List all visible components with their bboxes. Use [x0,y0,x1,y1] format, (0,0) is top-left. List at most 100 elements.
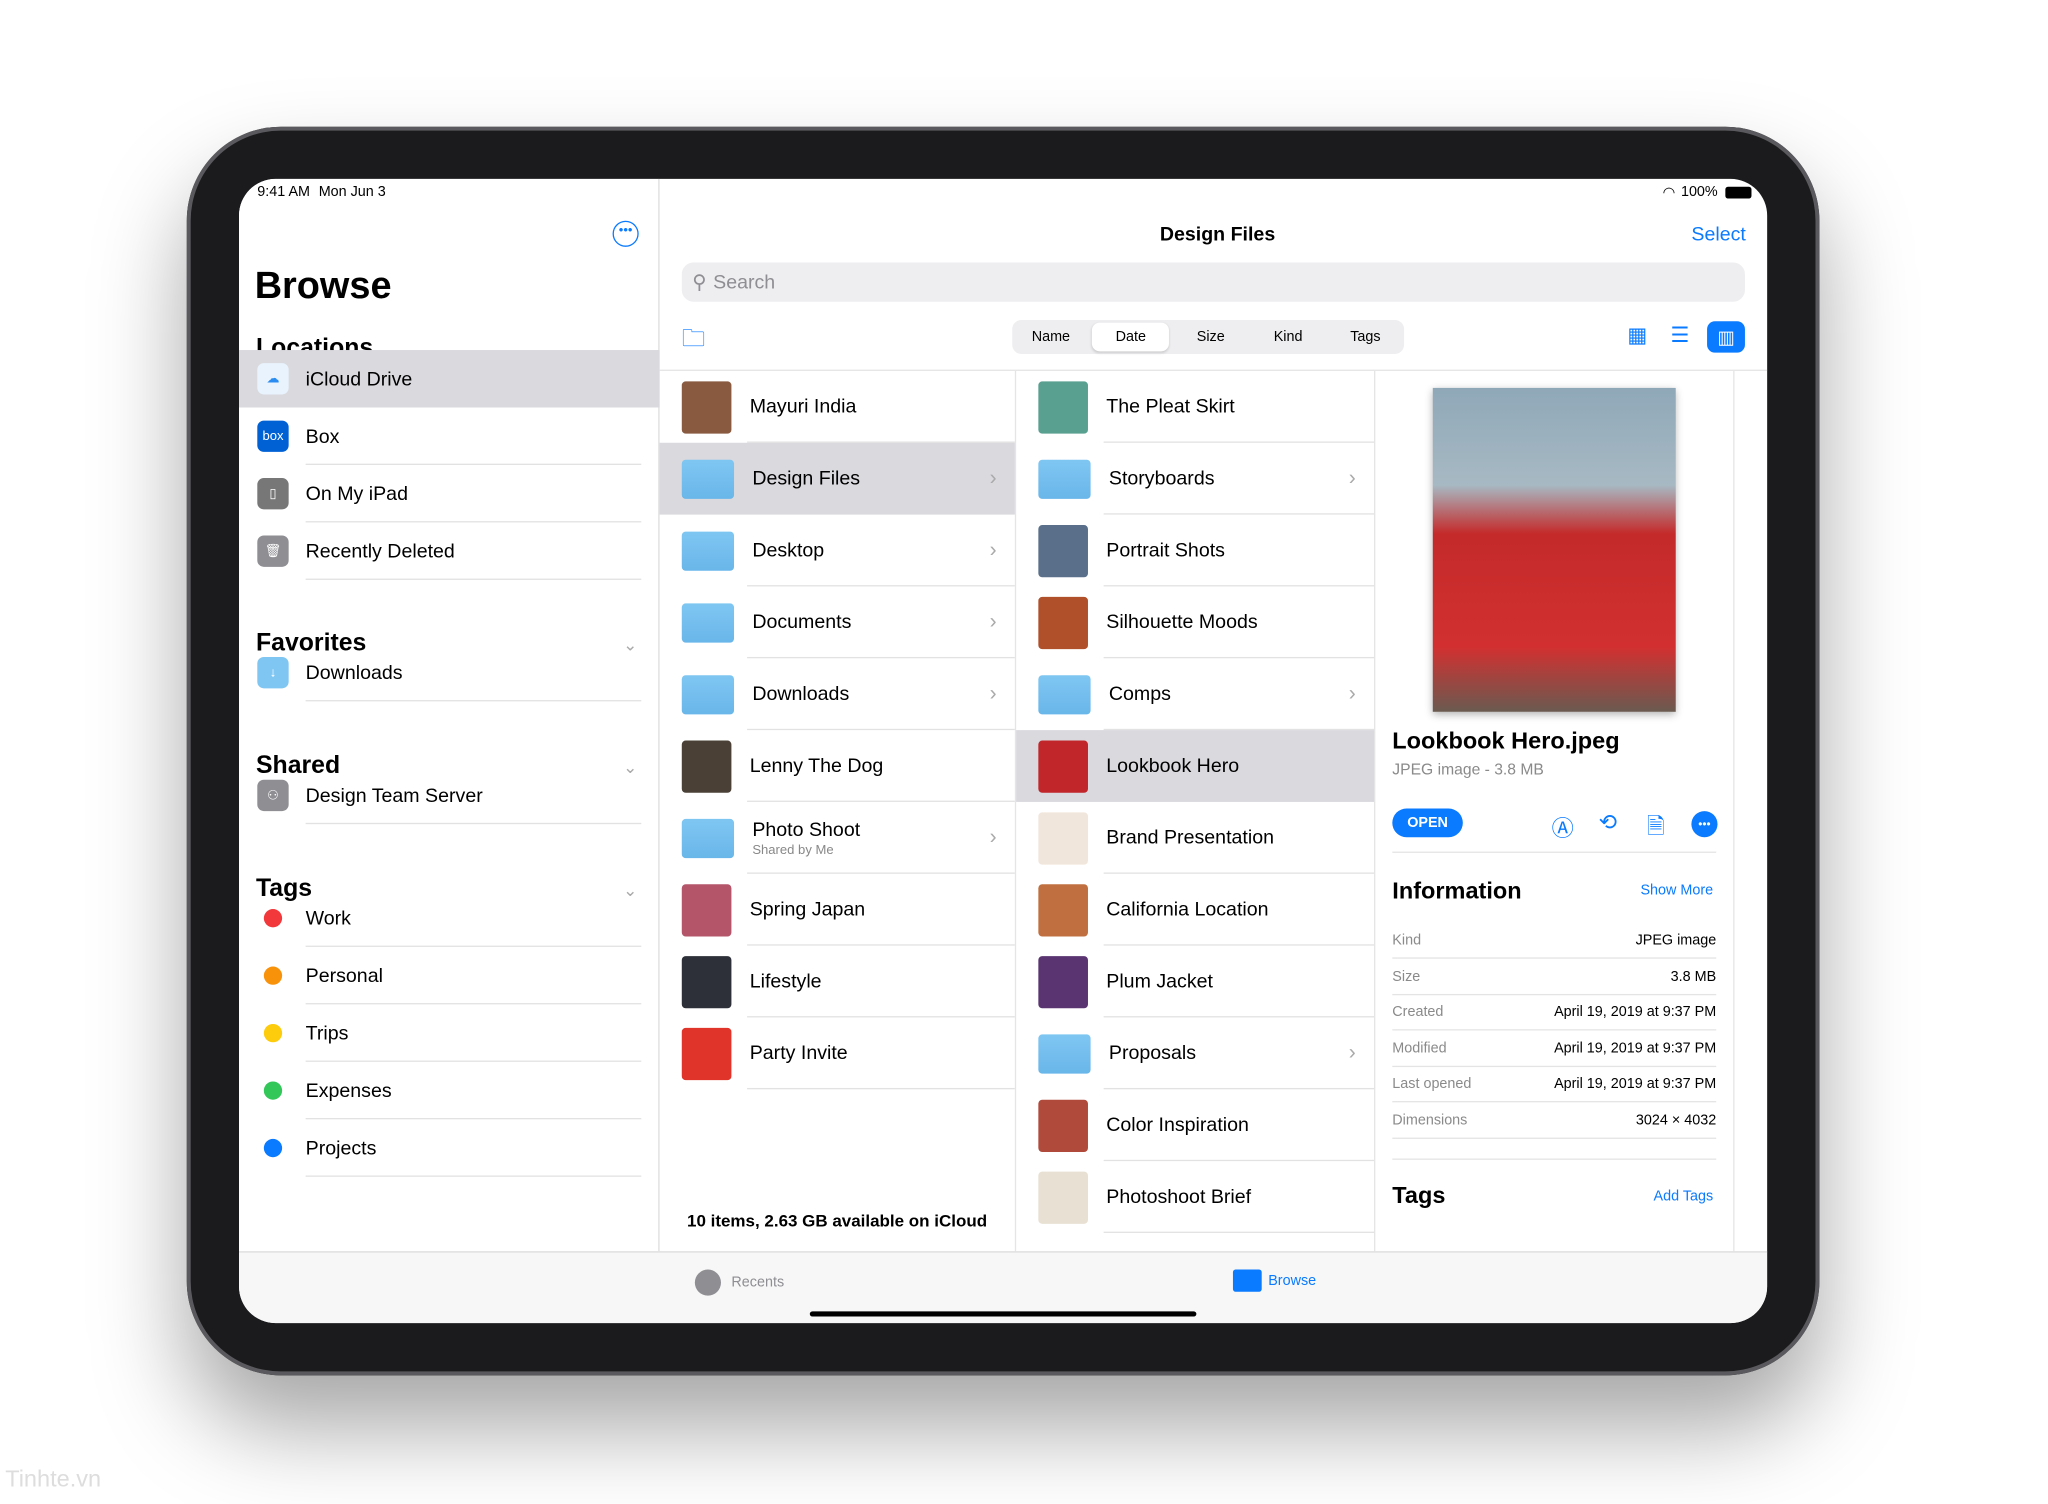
item-name: Lenny The Dog [749,754,884,778]
file-list-item[interactable]: Comps › [1016,658,1375,731]
tab-bar: Recents Browse [239,1251,1768,1324]
pdf-icon[interactable]: 🗎 [1647,810,1665,848]
info-row: Kind JPEG image [1392,923,1717,959]
tab-browse-label: Browse [1268,1272,1317,1289]
column-2: The Pleat Skirt Storyboards › Portrait Shot… [1016,370,1376,1252]
file-list-item[interactable]: Spring Japan [660,874,1015,946]
tab-recents[interactable]: Recents [694,1269,785,1296]
sidebar-item-label: Personal [305,964,383,987]
sidebar-item-personal[interactable]: Personal [239,947,660,1005]
item-name: Plum Jacket [1106,970,1213,993]
sidebar-item-recently-deleted[interactable]: 🗑 Recently Deleted [239,522,660,580]
sidebar-item-label: Design Team Server [305,784,483,807]
tab-browse[interactable]: Browse [1232,1269,1317,1292]
sidebar-item-trips[interactable]: Trips [239,1004,660,1062]
file-list-item[interactable]: Design Files › [659,442,1015,515]
file-list-item[interactable]: Party Invite [660,1017,1015,1090]
grid-view-icon[interactable]: ▦ [1627,323,1647,349]
information-header: Information [1392,877,1522,904]
file-list-item[interactable]: Photo Shoot Shared by Me › [660,802,1015,874]
item-name: Proposals [1108,1042,1196,1065]
file-list-item[interactable]: Color Inspiration [1016,1089,1375,1162]
list-view-icon[interactable]: ☰ [1671,323,1690,349]
folder-download-icon: ↓ [257,656,289,689]
sidebar-item-expenses[interactable]: Expenses [239,1062,660,1120]
file-list-item[interactable]: Proposals › [1016,1017,1375,1090]
file-list-item[interactable]: Desktop › [660,515,1015,587]
show-more-link[interactable]: Show More [1640,883,1713,899]
battery-icon [1725,186,1752,199]
search-placeholder: Search [713,271,776,294]
new-folder-icon[interactable]: 🗀 [682,323,706,362]
tags-header: Tags [1392,1182,1446,1209]
file-list-item[interactable]: Photoshoot Brief [1016,1161,1375,1233]
item-name: Design Files [752,467,861,490]
tag-color-dot-icon [263,909,283,928]
add-tags-link[interactable]: Add Tags [1654,1189,1714,1205]
wifi-icon: ◠ [1662,185,1676,202]
column-view-icon[interactable]: ▥ [1707,321,1745,353]
more-icon[interactable]: ••• [1691,811,1718,838]
sidebar-item-label: Downloads [305,661,403,684]
sidebar-item-icloud-drive[interactable]: ☁ iCloud Drive [239,350,660,408]
tab-recents-label: Recents [731,1274,785,1291]
column-1: 10 items, 2.63 GB available on iCloud Ma… [659,370,1017,1252]
info-label: Last opened [1392,1076,1472,1092]
file-list-item[interactable]: California Location [1016,874,1375,946]
sidebar-item-label: On My iPad [305,482,408,505]
file-list-item[interactable]: Mayuri India [660,371,1015,443]
item-name: Color Inspiration [1106,1114,1249,1137]
thumbnail-image [1038,1099,1088,1152]
open-button[interactable]: OPEN [1392,808,1463,838]
file-list-item[interactable]: Silhouette Moods [1016,586,1375,659]
sidebar-item-downloads[interactable]: ↓ Downloads [239,644,660,702]
file-list-item[interactable]: Storyboards › [1016,443,1375,515]
file-list-item[interactable]: Lenny The Dog [660,730,1015,802]
select-button[interactable]: Select [1691,223,1745,245]
sort-kind[interactable]: Kind [1249,320,1326,354]
sidebar-item-label: Work [305,907,351,930]
thumbnail-image [1038,524,1088,577]
sidebar-item-label: iCloud Drive [305,367,413,390]
markup-icon[interactable]: Ⓐ [1552,810,1574,843]
file-list-item[interactable]: Lookbook Hero [1016,730,1375,802]
search-input[interactable]: ⚲ Search [681,262,1745,302]
sort-date[interactable]: Date [1092,322,1170,352]
file-list-item[interactable]: Plum Jacket [1016,946,1375,1018]
sort-tags[interactable]: Tags [1327,320,1404,354]
item-subtitle: Shared by Me [752,843,834,858]
sidebar-item-on-my-ipad[interactable]: ▯ On My iPad [239,465,660,523]
file-list-item[interactable]: Brand Presentation [1016,802,1375,874]
item-name: Photoshoot Brief [1106,1185,1252,1209]
sidebar-item-design-team-server[interactable]: ⚇ Design Team Server [239,767,660,825]
thumbnail-image [1038,811,1088,864]
sidebar: 9:41 AM Mon Jun 3 ••• Browse Locations⌄☁… [239,178,660,1252]
item-name: Party Invite [749,1042,848,1065]
ipad-screen: 9:41 AM Mon Jun 3 ••• Browse Locations⌄☁… [239,178,1768,1324]
sidebar-item-label: Recently Deleted [305,540,455,563]
watermark: Tinhte.vn [5,1465,102,1492]
storage-footer: 10 items, 2.63 GB available on iCloud [687,1210,988,1231]
thumbnail-image [681,1027,732,1080]
sidebar-item-work[interactable]: Work [239,889,660,947]
server-icon: ⚇ [257,779,289,812]
file-list-item[interactable]: Portrait Shots [1016,515,1375,587]
divider [1392,851,1717,853]
rotate-icon[interactable]: ⟲ [1599,810,1618,836]
file-list-item[interactable]: Documents › [660,586,1015,659]
scroll-divider [1733,370,1735,1252]
file-list-item[interactable]: Downloads › [660,658,1015,731]
status-date: Mon Jun 3 [318,184,386,200]
sidebar-item-projects[interactable]: Projects [239,1119,660,1177]
tag-color-dot-icon [263,1023,283,1043]
file-list-item[interactable]: The Pleat Skirt [1016,371,1375,443]
info-label: Size [1392,968,1421,985]
item-name: Lookbook Hero [1106,754,1240,778]
sidebar-item-box[interactable]: box Box [239,408,660,465]
sort-size[interactable]: Size [1172,320,1249,354]
sidebar-item-label: Projects [305,1136,377,1160]
sort-name[interactable]: Name [1012,320,1089,354]
file-list-item[interactable]: Lifestyle [660,946,1015,1018]
ellipsis-circle-icon[interactable]: ••• [612,220,639,247]
item-name: Spring Japan [749,898,866,921]
